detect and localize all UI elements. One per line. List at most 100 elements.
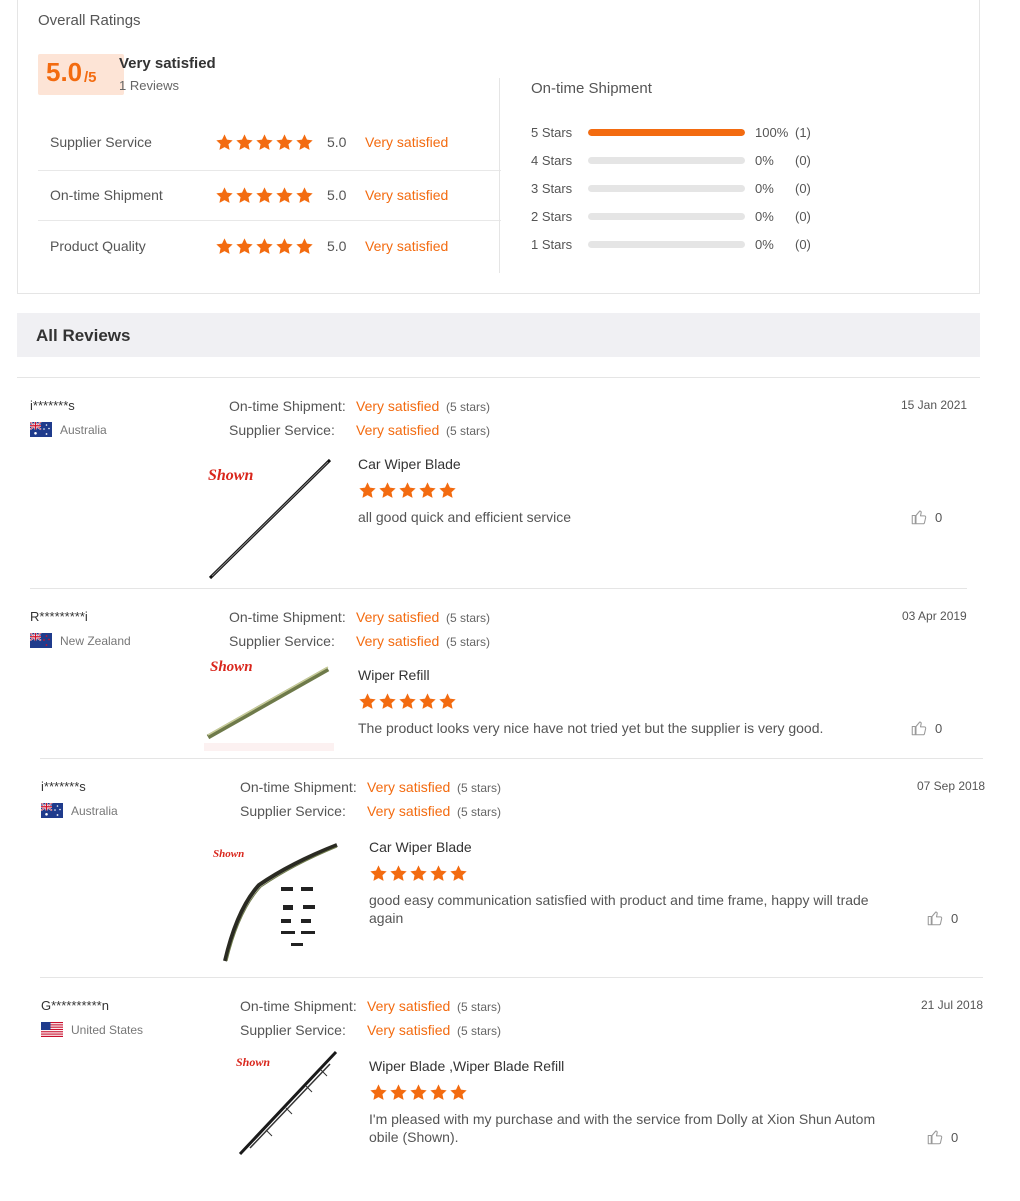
review-divider bbox=[40, 977, 983, 978]
star-icon bbox=[255, 133, 274, 152]
product-image[interactable]: Shown bbox=[226, 1050, 346, 1180]
service-label: Supplier Service: bbox=[240, 803, 346, 819]
category-score: 5.0 bbox=[327, 238, 347, 254]
overall-ratings-title: Overall Ratings bbox=[38, 12, 141, 29]
product-star-rating bbox=[358, 692, 457, 711]
star-icon bbox=[378, 481, 397, 500]
category-satisfaction: Very satisfied bbox=[365, 187, 449, 203]
product-star-rating bbox=[369, 864, 468, 883]
bar-track bbox=[588, 157, 745, 164]
review-date: 15 Jan 2021 bbox=[901, 398, 968, 412]
reviewer-name: R*********i bbox=[30, 609, 88, 624]
star-icon bbox=[418, 692, 437, 711]
shipment-label: On-time Shipment: bbox=[240, 779, 357, 795]
star-icon bbox=[295, 237, 314, 256]
star-icon bbox=[275, 237, 294, 256]
service-stars-text: (5 stars) bbox=[446, 424, 491, 438]
service-stars-text: (5 stars) bbox=[446, 635, 491, 649]
review-divider bbox=[40, 758, 983, 759]
like-count: 0 bbox=[935, 509, 943, 525]
service-label: Supplier Service: bbox=[229, 422, 335, 438]
product-name[interactable]: Car Wiper Blade bbox=[358, 456, 461, 472]
like-count: 0 bbox=[951, 1129, 959, 1145]
star-icon bbox=[369, 1083, 388, 1102]
bar-label: 4 Stars bbox=[531, 153, 573, 168]
star-icon bbox=[398, 481, 417, 500]
brand-logo-text: Shown bbox=[208, 467, 253, 484]
thumbs-up-icon bbox=[910, 508, 928, 526]
thumbs-up-icon bbox=[926, 1128, 944, 1146]
star-icon bbox=[255, 186, 274, 205]
shipment-breakdown-title: On-time Shipment bbox=[531, 80, 652, 97]
star-icon bbox=[369, 864, 388, 883]
bar-label: 1 Stars bbox=[531, 237, 573, 252]
star-icon bbox=[358, 692, 377, 711]
star-rating bbox=[215, 133, 314, 152]
product-star-rating bbox=[369, 1083, 468, 1102]
shipment-satisfaction: Very satisfied bbox=[356, 398, 440, 414]
overall-review-count: 1 Reviews bbox=[119, 78, 179, 93]
service-stars-text: (5 stars) bbox=[457, 1024, 502, 1038]
star-icon bbox=[438, 481, 457, 500]
review-text: good easy communication satisfied with p… bbox=[369, 892, 869, 926]
star-icon bbox=[389, 864, 408, 883]
bar-label: 2 Stars bbox=[531, 209, 573, 224]
overall-score-badge: 5.0 /5 bbox=[38, 54, 124, 95]
category-score: 5.0 bbox=[327, 187, 347, 203]
product-image[interactable]: Shown bbox=[211, 837, 341, 967]
shipment-bar-row: 2 Stars 0% (0) bbox=[531, 207, 831, 227]
shipment-bar-row: 1 Stars 0% (0) bbox=[531, 235, 831, 255]
bar-track bbox=[588, 129, 745, 136]
star-icon bbox=[429, 1083, 448, 1102]
overall-ratings-panel: Overall Ratings 5.0 /5 Very satisfied 1 … bbox=[17, 0, 980, 294]
star-icon bbox=[235, 133, 254, 152]
star-icon bbox=[275, 133, 294, 152]
thumbs-up-icon bbox=[926, 909, 944, 927]
reviewer-name: i*******s bbox=[30, 398, 75, 413]
shipment-label: On-time Shipment: bbox=[229, 398, 346, 414]
bar-count: (0) bbox=[795, 209, 811, 224]
like-button[interactable]: 0 bbox=[910, 508, 942, 526]
bar-percent: 0% bbox=[755, 153, 774, 168]
review-divider bbox=[30, 588, 967, 589]
bar-count: (1) bbox=[795, 125, 811, 140]
overall-score-max: /5 bbox=[84, 69, 97, 86]
shipment-stars-text: (5 stars) bbox=[446, 611, 491, 625]
star-icon bbox=[275, 186, 294, 205]
product-name[interactable]: Car Wiper Blade bbox=[369, 839, 472, 855]
category-row-supplier-service: Supplier Service 5.0 Very satisfied bbox=[38, 118, 501, 169]
star-icon bbox=[378, 692, 397, 711]
review-item: i*******s Australia On-time Shipment: Ve… bbox=[29, 398, 970, 588]
overall-summary: Very satisfied bbox=[119, 55, 216, 72]
product-image[interactable]: Shown bbox=[202, 452, 332, 582]
all-reviews-title: All Reviews bbox=[36, 326, 131, 345]
like-button[interactable]: 0 bbox=[910, 719, 942, 737]
service-satisfaction: Very satisfied bbox=[356, 422, 440, 438]
product-image[interactable]: Shown bbox=[204, 655, 334, 753]
thumbs-up-icon bbox=[910, 719, 928, 737]
category-label: On-time Shipment bbox=[50, 187, 163, 203]
shipment-satisfaction: Very satisfied bbox=[367, 779, 451, 795]
like-button[interactable]: 0 bbox=[926, 1128, 958, 1146]
bar-percent: 100% bbox=[755, 125, 789, 140]
bar-percent: 0% bbox=[755, 209, 774, 224]
like-button[interactable]: 0 bbox=[926, 909, 958, 927]
shipment-bar-row: 4 Stars 0% (0) bbox=[531, 151, 831, 171]
star-icon bbox=[295, 133, 314, 152]
vertical-divider bbox=[499, 78, 500, 273]
star-icon bbox=[235, 186, 254, 205]
product-name[interactable]: Wiper Refill bbox=[358, 667, 430, 683]
shipment-bar-row: 3 Stars 0% (0) bbox=[531, 179, 831, 199]
star-rating bbox=[215, 237, 314, 256]
bar-label: 5 Stars bbox=[531, 125, 573, 140]
divider bbox=[17, 377, 980, 378]
bar-track bbox=[588, 185, 745, 192]
like-count: 0 bbox=[951, 910, 959, 926]
shipment-satisfaction: Very satisfied bbox=[367, 998, 451, 1014]
product-name[interactable]: Wiper Blade ,Wiper Blade Refill bbox=[369, 1058, 564, 1074]
review-text: I'm pleased with my purchase and with th… bbox=[369, 1111, 876, 1145]
shipment-stars-text: (5 stars) bbox=[457, 781, 502, 795]
star-icon bbox=[449, 864, 468, 883]
star-icon bbox=[255, 237, 274, 256]
country-name: New Zealand bbox=[60, 633, 131, 648]
